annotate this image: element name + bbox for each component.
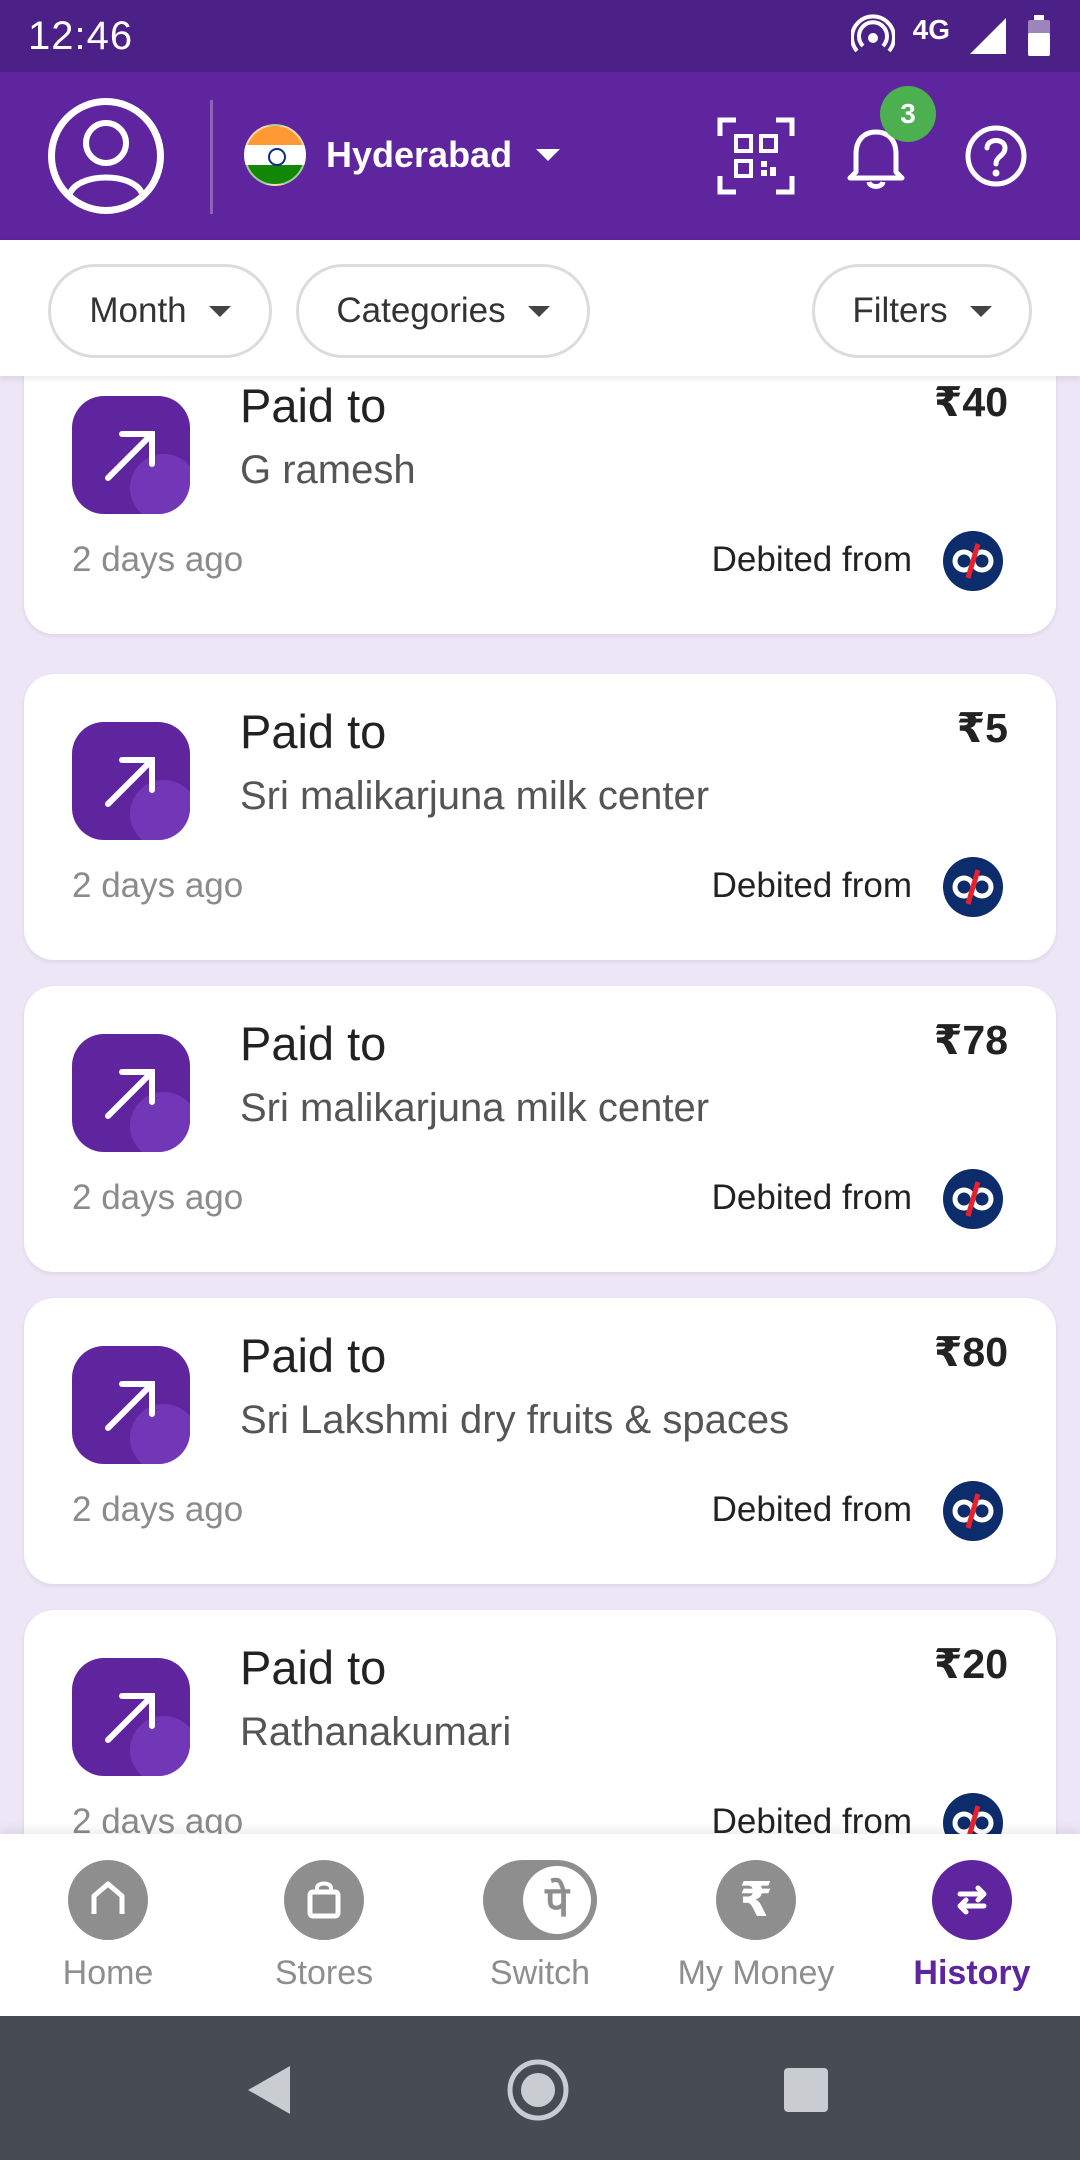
india-flag-icon	[244, 124, 306, 186]
payment-sent-icon	[72, 396, 190, 514]
transaction-time: 2 days ago	[72, 1802, 244, 1834]
app-header: Hyderabad 3	[0, 72, 1080, 240]
home-circle-icon[interactable]	[506, 2058, 570, 2122]
system-nav-bar	[0, 2016, 1080, 2160]
bank-logo-icon	[943, 1481, 1003, 1541]
switch-icon: पे	[483, 1860, 597, 1940]
debited-from-label: Debited from	[711, 1178, 912, 1217]
city-name: Hyderabad	[326, 134, 513, 175]
transaction-time: 2 days ago	[72, 540, 244, 579]
nav-switch-label: Switch	[489, 1954, 591, 1992]
profile-avatar-button[interactable]	[48, 98, 164, 214]
switch-knob: पे	[523, 1866, 591, 1934]
header-divider	[210, 100, 213, 214]
nav-my-money[interactable]: ₹ My Money	[656, 1860, 856, 2010]
help-icon	[965, 125, 1027, 187]
transaction-card[interactable]: Paid to Sri malikarjuna milk center ₹5 2…	[24, 674, 1056, 960]
home-icon	[68, 1860, 148, 1940]
history-icon	[932, 1860, 1012, 1940]
nav-home[interactable]: Home	[8, 1860, 208, 2010]
transaction-payee: Sri Lakshmi dry fruits & spaces	[240, 1398, 790, 1442]
bank-logo-icon	[943, 857, 1003, 917]
debited-from-label: Debited from	[711, 866, 912, 905]
transaction-title: Paid to	[240, 1329, 387, 1382]
hotspot-icon	[850, 14, 895, 53]
city-selector[interactable]: Hyderabad	[244, 122, 561, 188]
transaction-card[interactable]: Paid to Rathanakumari ₹20 2 days ago Deb…	[24, 1610, 1056, 1834]
status-bar: 12:46 4G	[0, 0, 1080, 72]
bank-logo-icon	[943, 1793, 1003, 1834]
chevron-down-icon	[208, 305, 231, 317]
chevron-down-icon	[969, 305, 992, 317]
transaction-payee: Rathanakumari	[240, 1710, 512, 1754]
nav-home-label: Home	[62, 1954, 154, 1992]
chevron-down-icon	[536, 149, 561, 161]
transaction-amount: ₹5	[956, 705, 1008, 751]
nav-switch[interactable]: पे Switch	[440, 1860, 640, 2010]
rupee-icon: ₹	[716, 1860, 796, 1940]
bottom-nav: Home Stores पे Switch ₹ My Money History	[0, 1834, 1080, 2016]
rupee-glyph: ₹	[739, 1874, 773, 1927]
filters-label: Filters	[852, 291, 948, 330]
categories-filter-label: Categories	[336, 291, 506, 330]
month-filter-chip[interactable]: Month	[48, 264, 272, 358]
debited-from-label: Debited from	[711, 1490, 912, 1529]
nav-history[interactable]: History	[872, 1860, 1072, 2010]
month-filter-label: Month	[89, 291, 187, 330]
transaction-payee: G ramesh	[240, 448, 416, 492]
nav-stores[interactable]: Stores	[224, 1860, 424, 2010]
transaction-card[interactable]: Paid to Sri Lakshmi dry fruits & spaces …	[24, 1298, 1056, 1584]
help-button[interactable]	[954, 114, 1038, 198]
transaction-title: Paid to	[240, 1017, 387, 1070]
transaction-card[interactable]: Paid to G ramesh ₹40 2 days ago Debited …	[24, 376, 1056, 634]
debited-from-label: Debited from	[711, 1802, 912, 1834]
user-icon	[66, 120, 146, 199]
transaction-amount: ₹78	[933, 1017, 1008, 1063]
nav-history-label: History	[913, 1954, 1031, 1992]
transaction-list[interactable]: Paid to G ramesh ₹40 2 days ago Debited …	[0, 376, 1080, 1834]
bag-icon	[284, 1860, 364, 1940]
categories-filter-chip[interactable]: Categories	[296, 264, 590, 358]
payment-sent-icon	[72, 722, 190, 840]
qr-code-icon	[717, 117, 795, 195]
payment-sent-icon	[72, 1034, 190, 1152]
transaction-time: 2 days ago	[72, 866, 244, 905]
payment-sent-icon	[72, 1658, 190, 1776]
back-icon[interactable]	[238, 2058, 302, 2122]
filters-chip[interactable]: Filters	[812, 264, 1032, 358]
transaction-card[interactable]: Paid to Sri malikarjuna milk center ₹78 …	[24, 986, 1056, 1272]
filter-bar: Month Categories Filters	[0, 240, 1080, 376]
transaction-title: Paid to	[240, 705, 387, 758]
chevron-down-icon	[527, 305, 550, 317]
recents-icon[interactable]	[774, 2058, 838, 2122]
bank-logo-icon	[943, 1169, 1003, 1229]
network-type: 4G	[912, 14, 950, 45]
signal-icon	[970, 18, 1006, 54]
transaction-time: 2 days ago	[72, 1178, 244, 1217]
transaction-title: Paid to	[240, 379, 387, 432]
nav-stores-label: Stores	[274, 1954, 374, 1992]
transaction-payee: Sri malikarjuna milk center	[240, 774, 710, 818]
bank-logo-icon	[943, 531, 1003, 591]
transaction-title: Paid to	[240, 1641, 387, 1694]
transaction-amount: ₹20	[933, 1641, 1008, 1687]
transaction-payee: Sri malikarjuna milk center	[240, 1086, 710, 1130]
status-time: 12:46	[28, 13, 134, 58]
transaction-time: 2 days ago	[72, 1490, 244, 1529]
qr-scan-button[interactable]	[714, 114, 798, 198]
status-icons: 4G	[850, 14, 1052, 58]
debited-from-label: Debited from	[711, 540, 912, 579]
payment-sent-icon	[72, 1346, 190, 1464]
battery-icon	[1028, 15, 1050, 56]
nav-my-money-label: My Money	[677, 1954, 835, 1992]
transaction-amount: ₹80	[933, 1329, 1008, 1375]
transaction-amount: ₹40	[933, 379, 1008, 425]
notification-badge: 3	[880, 86, 936, 142]
